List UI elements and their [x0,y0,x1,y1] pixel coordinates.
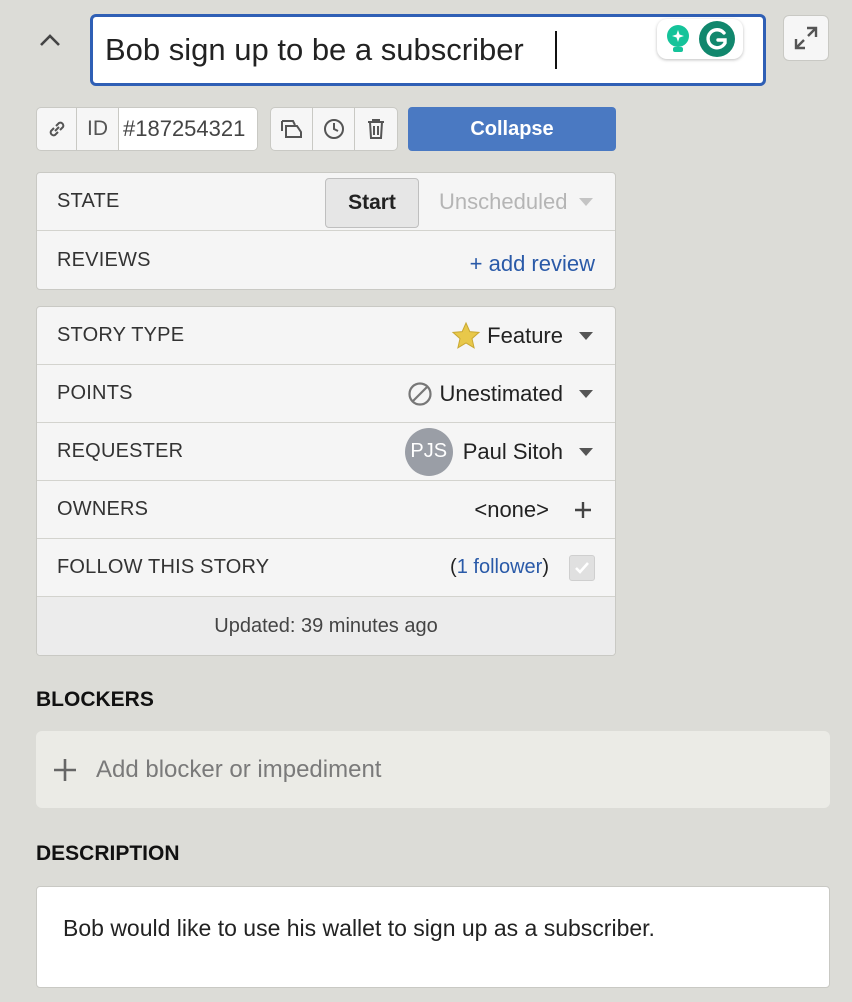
follower-paren-open: ( [450,556,457,578]
state-row: STATE Start Unscheduled [37,173,615,231]
story-id-value[interactable]: #187254321 [119,108,257,150]
plus-icon[interactable] [573,500,593,520]
updated-text: Updated: 39 minutes ago [214,614,438,637]
follow-row: FOLLOW THIS STORY ( 1 follower ) [37,539,615,597]
add-review-link[interactable]: + add review [470,251,595,277]
state-value: Unscheduled [439,189,568,214]
avatar: PJS [404,427,453,476]
start-button[interactable]: Start [325,178,419,228]
follow-checkbox[interactable] [569,554,595,581]
requester-row: REQUESTER PJS Paul Sitoh [37,423,615,481]
expand-arrows-icon [794,26,818,50]
owners-value: <none> [474,496,549,522]
grammarly-widget[interactable] [657,19,743,59]
clock-icon [323,119,344,139]
story-type-select[interactable]: Feature [451,307,593,364]
description-text: Bob would like to use his wallet to sign… [63,915,655,941]
history-button[interactable] [313,108,355,150]
follower-paren-close: ) [542,556,549,578]
story-title-input[interactable] [105,30,645,70]
owners-label: OWNERS [57,498,149,520]
lightbulb-icon [667,25,689,52]
delete-button[interactable] [355,108,397,150]
add-blocker-label: Add blocker or impediment [96,755,382,783]
points-row: POINTS Unestimated [37,365,615,423]
link-icon [49,121,64,137]
blockers-heading: BLOCKERS [36,688,154,711]
reviews-row: REVIEWS + add review [37,231,615,289]
trash-icon [368,119,384,139]
requester-select[interactable]: PJS Paul Sitoh [404,423,593,480]
reviews-label: REVIEWS [57,248,151,271]
expand-button[interactable] [783,15,829,61]
updated-row: Updated: 39 minutes ago [37,597,615,655]
chevron-down-icon [579,198,594,206]
prohibited-icon [408,381,433,406]
details-panel: STORY TYPE Feature POINTS Unestimated RE… [36,306,616,656]
chevron-down-icon [579,331,593,340]
follower-count-link[interactable]: 1 follower [457,556,543,579]
state-select[interactable]: Unscheduled [439,173,594,231]
points-label: POINTS [57,382,133,404]
story-type-value: Feature [487,322,563,348]
copy-link-button[interactable] [37,108,77,150]
story-id-group: ID #187254321 [36,107,258,151]
state-panel: STATE Start Unscheduled REVIEWS + add re… [36,172,616,290]
state-label: STATE [57,190,120,212]
story-title-field[interactable] [90,14,766,86]
description-heading: DESCRIPTION [36,842,180,865]
collapse-story-button[interactable] [36,26,64,54]
add-blocker-button[interactable]: Add blocker or impediment [36,731,830,808]
points-value: Unestimated [439,380,563,406]
story-type-label: STORY TYPE [57,324,185,346]
requester-label: REQUESTER [57,440,184,462]
grammarly-logo-icon [699,21,735,57]
star-icon [451,321,481,349]
checkmark-icon [575,561,589,574]
follow-label: FOLLOW THIS STORY [57,556,270,578]
points-select[interactable]: Unestimated [407,365,593,422]
owners-row: OWNERS <none> [37,481,615,539]
chevron-up-icon [40,34,60,46]
copy-id-button[interactable]: ID [77,108,119,150]
text-caret [555,31,557,69]
story-type-row: STORY TYPE Feature [37,307,615,365]
collapse-button[interactable]: Collapse [408,107,616,151]
story-actions-group [270,107,398,151]
description-field[interactable]: Bob would like to use his wallet to sign… [36,886,830,988]
clone-icon [280,120,302,138]
chevron-down-icon [579,447,593,456]
requester-name: Paul Sitoh [462,438,563,464]
chevron-down-icon [579,389,593,398]
clone-button[interactable] [271,108,313,150]
plus-icon [54,758,76,781]
